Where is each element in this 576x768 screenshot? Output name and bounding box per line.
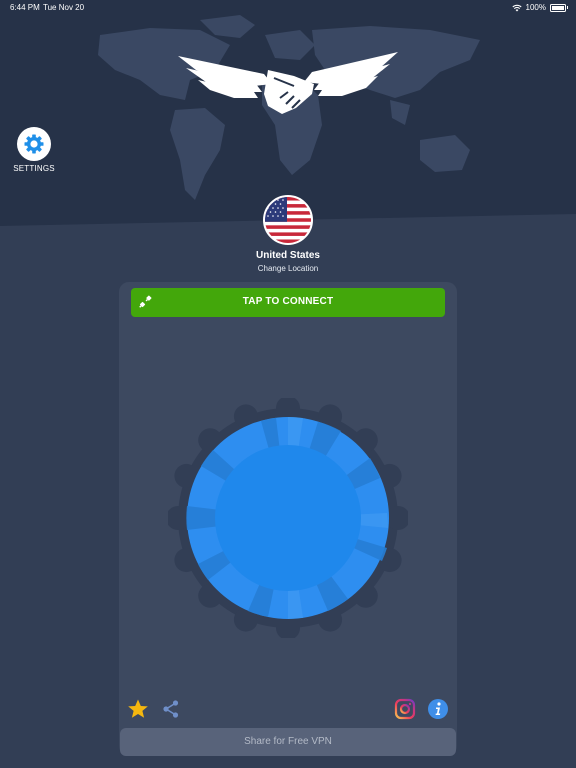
status-time: 6:44 PM [10, 3, 40, 12]
gear-icon [24, 134, 44, 154]
connect-dial[interactable] [168, 398, 408, 638]
share-for-free-vpn-button[interactable]: Share for Free VPN [120, 728, 456, 756]
connect-label: TAP TO CONNECT [242, 296, 334, 307]
us-flag-icon [265, 197, 311, 243]
status-bar: 6:44 PM Tue Nov 20 100% [0, 0, 576, 14]
bottom-edge [0, 758, 576, 768]
share-icon[interactable] [160, 698, 182, 720]
settings-button[interactable] [17, 127, 51, 161]
battery-icon [550, 3, 568, 12]
star-icon[interactable] [127, 698, 149, 720]
change-location-link[interactable]: Change Location [188, 264, 388, 273]
battery-percent: 100% [525, 3, 546, 12]
share-for-free-vpn-label: Share for Free VPN [244, 736, 332, 747]
handshake-wings-logo [178, 52, 398, 114]
info-icon[interactable] [427, 698, 449, 720]
instagram-icon[interactable] [394, 698, 416, 720]
wifi-icon [511, 4, 522, 11]
status-indicators: 100% [511, 3, 568, 12]
country-flag-button[interactable] [263, 195, 313, 245]
connect-button[interactable]: TAP TO CONNECT [131, 288, 445, 317]
settings-label: SETTINGS [13, 164, 55, 173]
status-date: Tue Nov 20 [43, 3, 85, 12]
country-name: United States [256, 250, 320, 261]
